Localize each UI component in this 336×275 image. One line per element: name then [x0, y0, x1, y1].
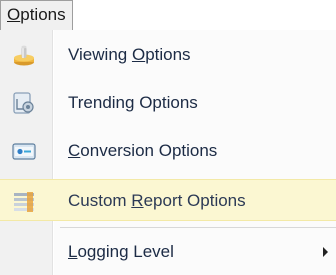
menu-item-custom-report-options[interactable]: Custom Report Options — [0, 179, 336, 221]
menu-item-logging-level[interactable]: Logging Level — [0, 231, 336, 273]
options-dropdown: Viewing Options Trending Options Convers… — [0, 30, 336, 275]
menu-item-custom-report-options-label-post: eport Options — [143, 191, 246, 210]
options-menu-label-accel: O — [7, 5, 21, 24]
trending-options-icon — [13, 92, 34, 114]
options-menu-label-post: ptions — [20, 5, 66, 24]
options-menu[interactable]: Options — [0, 0, 73, 30]
menu-item-trending-options-label: Trending Options — [68, 82, 198, 124]
menu-item-viewing-options-label-pre: Viewing — [68, 45, 132, 64]
menu-item-viewing-options-label-post: ptions — [145, 45, 191, 64]
custom-report-options-icon — [14, 192, 34, 212]
menu-item-trending-options-label-pre: Trending Options — [68, 93, 198, 112]
submenu-arrow-icon — [323, 247, 328, 257]
menu-item-custom-report-options-label: Custom Report Options — [68, 180, 246, 222]
menu-item-conversion-options-label-accel: C — [68, 141, 81, 160]
menu-separator — [60, 227, 336, 228]
menu-item-logging-level-label-post: ogging Level — [77, 242, 174, 261]
menu-item-logging-level-label: Logging Level — [68, 231, 174, 273]
viewing-options-icon — [14, 45, 34, 66]
conversion-options-icon — [12, 143, 36, 160]
menu-item-custom-report-options-label-accel: R — [131, 191, 144, 210]
menubar: Options — [0, 0, 336, 30]
menu-item-viewing-options-label: Viewing Options — [68, 34, 191, 76]
menu-item-viewing-options-label-accel: O — [131, 45, 146, 64]
menu-item-conversion-options-label: Conversion Options — [68, 130, 217, 172]
menu-item-viewing-options[interactable]: Viewing Options — [0, 34, 336, 76]
menu-item-conversion-options[interactable]: Conversion Options — [0, 130, 336, 172]
menu-item-custom-report-options-label-pre: Custom — [68, 191, 132, 210]
menu-item-conversion-options-label-post: onversion Options — [80, 141, 218, 160]
menu-item-trending-options[interactable]: Trending Options — [0, 82, 336, 124]
